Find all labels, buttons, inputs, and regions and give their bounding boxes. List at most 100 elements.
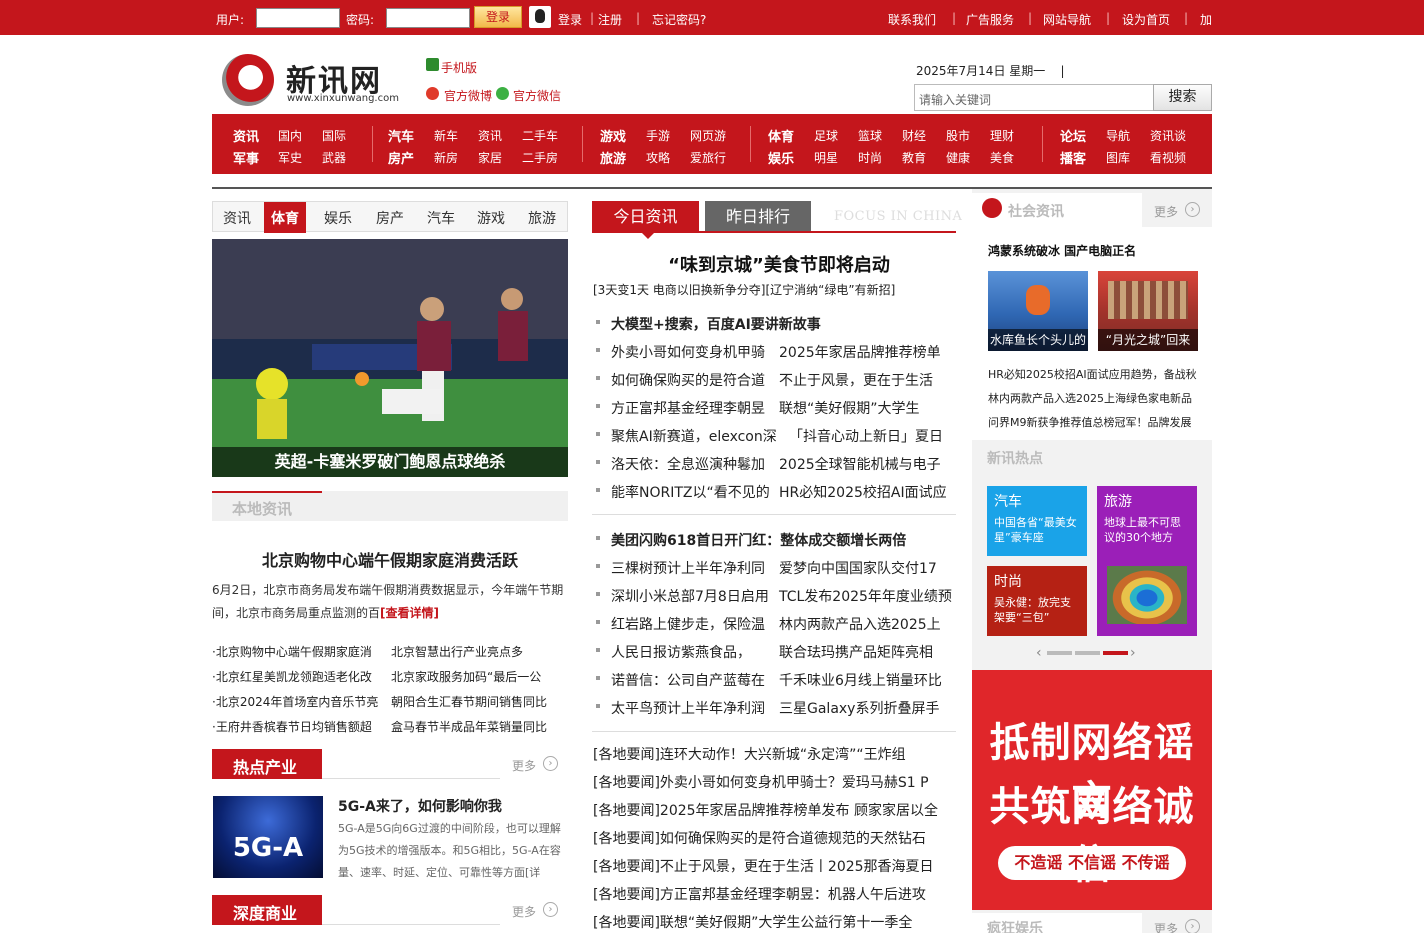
- nav-item[interactable]: 论坛: [1060, 126, 1086, 145]
- photo-caption[interactable]: 水库鱼长个头儿的: [988, 329, 1088, 351]
- featured-photo[interactable]: 英超-卡塞米罗破门鲍恩点球绝杀: [212, 239, 568, 477]
- nav-item[interactable]: 武器: [322, 149, 346, 166]
- list-item[interactable]: 北京智慧出行产业亮点多: [391, 643, 523, 660]
- news-item[interactable]: 联合珐玛携产品矩阵亮相: [779, 642, 933, 662]
- social-news-item[interactable]: 问界M9新获争推荐值总榜冠军！品牌发展: [988, 414, 1192, 430]
- tab-realestate[interactable]: 房产: [376, 208, 404, 228]
- news-item[interactable]: TCL发布2025年年度业绩预: [779, 586, 952, 606]
- tile-fashion[interactable]: 时尚 吴永健：放完支架要“三包”: [987, 566, 1087, 636]
- tab-sports[interactable]: 体育: [264, 202, 306, 233]
- nav-item[interactable]: 导航: [1106, 127, 1130, 144]
- photo-caption[interactable]: 英超-卡塞米罗破门鲍恩点球绝杀: [212, 447, 568, 477]
- ads-link[interactable]: 广告服务: [966, 11, 1014, 28]
- search-button[interactable]: 搜索: [1153, 84, 1212, 111]
- nav-item[interactable]: 二手房: [522, 149, 558, 166]
- social-news-item[interactable]: 林内两款产品入选2025上海绿色家电新品: [988, 390, 1192, 406]
- tile-auto[interactable]: 汽车 中国各省“最美女星”豪车座: [987, 486, 1087, 556]
- regional-news-item[interactable]: [各地要闻]外卖小哥如何变身机甲骑士？爱玛马赫S1 P: [593, 772, 929, 792]
- lead-news-item[interactable]: 大模型+搜索，百度AI要讲新故事: [611, 314, 821, 334]
- news-item[interactable]: 太平鸟预计上半年净利润: [611, 698, 765, 718]
- carousel-dot[interactable]: [1075, 651, 1100, 655]
- site-nav-link[interactable]: 网站导航: [1043, 11, 1091, 28]
- nav-item[interactable]: 国内: [278, 127, 302, 144]
- arrow-right-icon[interactable]: ›: [543, 902, 558, 917]
- 5g-thumbnail[interactable]: 5G-A: [213, 796, 323, 878]
- nav-item[interactable]: 美食: [990, 149, 1014, 166]
- nav-item[interactable]: 旅游: [600, 148, 626, 167]
- arrow-right-icon[interactable]: ›: [1185, 202, 1200, 217]
- tab-games[interactable]: 游戏: [477, 208, 505, 228]
- tab-auto[interactable]: 汽车: [427, 208, 455, 228]
- nav-item[interactable]: 新车: [434, 127, 458, 144]
- carousel-dot-active[interactable]: [1103, 651, 1128, 655]
- article-title[interactable]: 5G-A来了，如何影响你我: [338, 796, 502, 816]
- news-item[interactable]: 三棵树预计上半年净利同: [611, 558, 765, 578]
- news-item[interactable]: 爱梦向中国国家队交付17: [779, 558, 937, 578]
- list-item[interactable]: ·北京2024年首场室内音乐节亮: [212, 693, 378, 710]
- login-button[interactable]: 登录: [474, 6, 522, 28]
- lead-news-item[interactable]: 美团闪购618首日开门红：整体成交额增长两倍: [611, 530, 906, 550]
- nav-item[interactable]: 明星: [814, 149, 838, 166]
- main-headline[interactable]: “味到京城”美食节即将启动: [592, 251, 966, 277]
- more-link[interactable]: 更多: [1154, 203, 1178, 220]
- nav-item[interactable]: 体育: [768, 126, 794, 145]
- tile-travel[interactable]: 旅游 地球上最不可思议的30个地方: [1097, 486, 1197, 636]
- nav-item[interactable]: 播客: [1060, 148, 1086, 167]
- news-item[interactable]: 外卖小哥如何变身机甲骑: [611, 342, 765, 362]
- photo-caption[interactable]: “月光之城”回来: [1098, 329, 1198, 351]
- carousel-prev-icon[interactable]: ‹: [1036, 645, 1042, 661]
- news-item[interactable]: 深圳小米总部7月8日启用: [611, 586, 769, 606]
- news-item[interactable]: 诺普信：公司自产蓝莓在: [611, 670, 765, 690]
- forgot-password-link[interactable]: 忘记密码?: [652, 11, 706, 28]
- news-item[interactable]: 2025年家居品牌推荐榜单: [779, 342, 941, 362]
- nav-item[interactable]: 图库: [1106, 149, 1130, 166]
- carousel-dot[interactable]: [1047, 651, 1072, 655]
- featured-social-headline[interactable]: 鸿蒙系统破冰 国产电脑正名: [988, 242, 1136, 259]
- qq-login-link[interactable]: 登录: [558, 11, 582, 28]
- arrow-right-icon[interactable]: ›: [1185, 919, 1200, 933]
- news-item[interactable]: 能率NORITZ以“看不见的: [611, 482, 770, 502]
- news-item[interactable]: 2025全球智能机械与电子: [779, 454, 941, 474]
- weibo-link[interactable]: 官方微博: [444, 87, 492, 104]
- tab-travel[interactable]: 旅游: [528, 208, 556, 228]
- nav-item[interactable]: 娱乐: [768, 148, 794, 167]
- nav-item[interactable]: 国际: [322, 127, 346, 144]
- news-item[interactable]: 方正富邦基金经理李朝昱: [611, 398, 765, 418]
- more-link[interactable]: 更多: [512, 757, 536, 774]
- list-item[interactable]: ·王府井香槟春节日均销售额超: [212, 718, 372, 735]
- nav-item[interactable]: 攻略: [646, 149, 670, 166]
- regional-news-item[interactable]: [各地要闻]如何确保购买的是符合道德规范的天然钻石: [593, 828, 926, 848]
- local-headline[interactable]: 北京购物中心端午假期家庭消费活跃: [212, 547, 568, 571]
- list-item[interactable]: 北京家政服务加码“最后一公: [391, 668, 541, 685]
- nav-item[interactable]: 时尚: [858, 149, 882, 166]
- news-item[interactable]: 红岩路上健步走，保险温: [611, 614, 765, 634]
- regional-news-item[interactable]: [各地要闻]连环大动作！大兴新城“永定湾”“王炸组: [593, 744, 906, 764]
- news-item[interactable]: 如何确保购买的是符合道: [611, 370, 765, 390]
- register-link[interactable]: 注册: [598, 11, 622, 28]
- news-item[interactable]: 「抖音心动上新日」夏日: [789, 426, 943, 446]
- news-item[interactable]: 不止于风景，更在于生活: [779, 370, 933, 390]
- bookmark-link[interactable]: 加入收藏: [1200, 11, 1214, 29]
- news-item[interactable]: 联想“美好假期”大学生: [779, 398, 920, 418]
- more-link[interactable]: 更多: [1154, 920, 1178, 933]
- nav-item[interactable]: 新房: [434, 149, 458, 166]
- nav-item[interactable]: 股市: [946, 127, 970, 144]
- nav-item[interactable]: 汽车: [388, 126, 414, 145]
- photo-reservoir[interactable]: 水库鱼长个头儿的: [988, 271, 1088, 351]
- nav-item[interactable]: 财经: [902, 127, 926, 144]
- set-homepage-link[interactable]: 设为首页: [1122, 11, 1170, 28]
- regional-news-item[interactable]: [各地要闻]不止于风景，更在于生活丨2025那香海夏日: [593, 856, 934, 876]
- tab-today-news[interactable]: 今日资讯: [592, 201, 699, 232]
- regional-news-item[interactable]: [各地要闻]联想“美好假期”大学生公益行第十一季全: [593, 912, 912, 932]
- list-item[interactable]: 盒马春节半成品年菜销量同比: [391, 718, 547, 735]
- view-details-link[interactable]: [查看详情]: [380, 606, 439, 620]
- nav-item[interactable]: 足球: [814, 127, 838, 144]
- nav-item[interactable]: 资讯谈: [1150, 127, 1186, 144]
- nav-item[interactable]: 资讯: [478, 127, 502, 144]
- tab-news[interactable]: 资讯: [223, 208, 251, 228]
- list-item[interactable]: ·北京购物中心端午假期家庭消: [212, 643, 372, 660]
- nav-item[interactable]: 房产: [388, 148, 414, 167]
- nav-item[interactable]: 资讯: [233, 126, 259, 145]
- news-item[interactable]: 人民日报访紫燕食品，: [611, 642, 751, 662]
- password-input[interactable]: [386, 8, 470, 28]
